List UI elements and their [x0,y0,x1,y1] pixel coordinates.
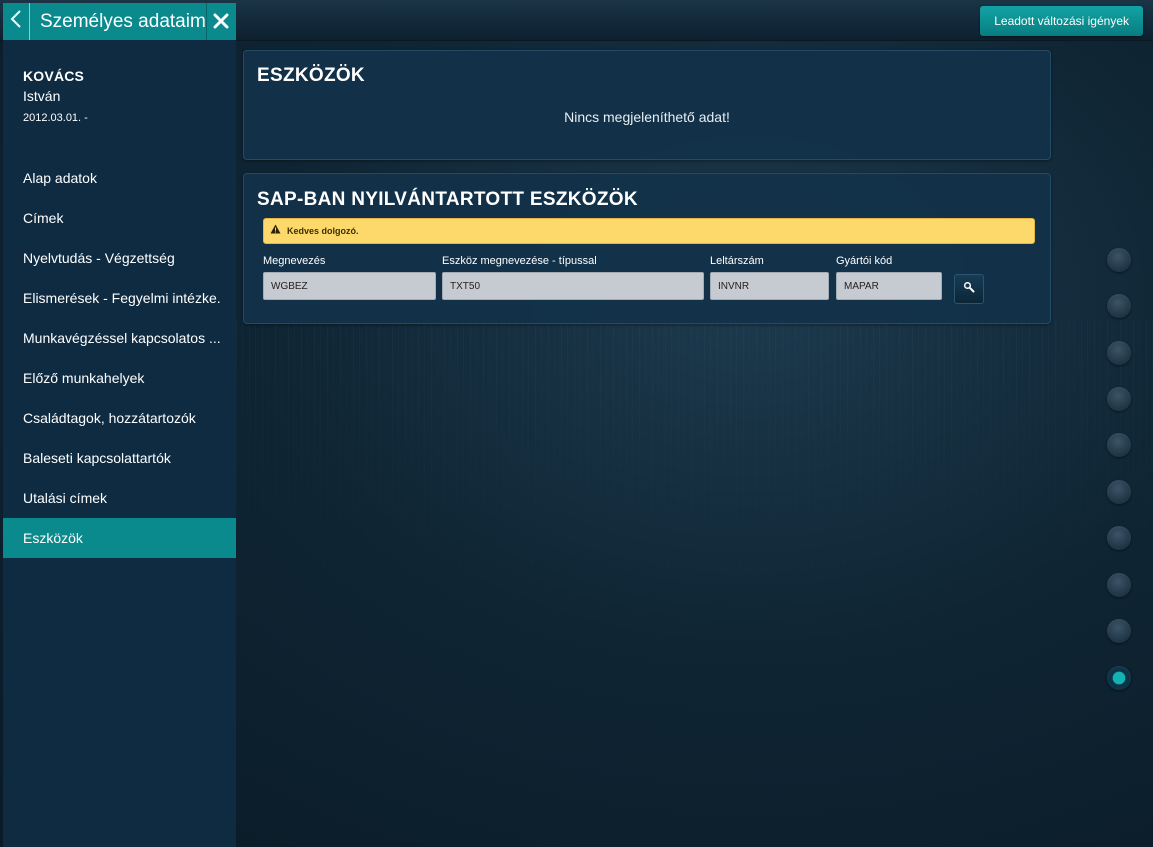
search-button[interactable] [954,274,984,304]
empty-message: Nincs megjeleníthető adat! [564,109,730,125]
sidebar-item-awards-discipline[interactable]: Elismerések - Fegyelmi intézke. [3,278,236,318]
sidebar: KOVÁCS István 2012.03.01. - Alap adatok … [3,40,236,847]
step-dot[interactable] [1107,573,1131,597]
info-alert: Kedves dolgozó. [263,218,1035,244]
manufacturer-label: Gyártói kód [836,255,893,267]
sidebar-item-work-related[interactable]: Munkavégzéssel kapcsolatos ... [3,318,236,358]
sidebar-item-family-members[interactable]: Családtagok, hozzátartozók [3,398,236,438]
warning-icon [270,218,281,244]
step-dot[interactable] [1107,480,1131,504]
step-dot[interactable] [1107,387,1131,411]
user-employment-date: 2012.03.01. - [23,112,88,124]
type-field[interactable] [442,272,704,300]
close-button[interactable] [205,3,236,40]
manufacturer-code-field[interactable] [836,272,942,300]
sap-assets-panel: SAP-BAN NYILVÁNTARTOTT ESZKÖZÖK Kedves d… [243,173,1051,324]
step-dot[interactable] [1107,433,1131,457]
name-label: Megnevezés [263,255,326,267]
step-dot[interactable] [1107,341,1131,365]
sidebar-item-addresses[interactable]: Címek [3,198,236,238]
background-texture [236,320,1153,580]
sidebar-item-emergency-contacts[interactable]: Baleseti kapcsolattartók [3,438,236,478]
sidebar-menu: Alap adatok Címek Nyelvtudás - Végzettsé… [3,158,236,558]
inventory-label: Leltárszám [710,255,764,267]
search-icon [963,280,975,298]
step-dot[interactable] [1107,248,1131,272]
close-icon [213,9,229,35]
step-dot-active[interactable] [1107,666,1131,690]
assets-panel: ESZKÖZÖK Nincs megjeleníthető adat! [243,50,1051,160]
top-bar: Személyes adataim Leadott változási igén… [0,0,1153,41]
sidebar-item-languages-education[interactable]: Nyelvtudás - Végzettség [3,238,236,278]
sidebar-item-payment-addresses[interactable]: Utalási címek [3,478,236,518]
sap-panel-title: SAP-BAN NYILVÁNTARTOTT ESZKÖZÖK [257,189,638,210]
step-dot[interactable] [1107,526,1131,550]
assets-panel-title: ESZKÖZÖK [257,65,365,86]
user-info: KOVÁCS István 2012.03.01. - [3,40,236,124]
title-block: Személyes adataim [3,3,236,40]
step-dot[interactable] [1107,619,1131,643]
step-dot[interactable] [1107,294,1131,318]
sidebar-item-assets[interactable]: Eszközök [3,518,236,558]
submitted-change-requests-button[interactable]: Leadott változási igények [980,6,1143,36]
page-title: Személyes adataim [39,10,206,32]
alert-text: Kedves dolgozó. [287,226,359,236]
sidebar-item-basic-data[interactable]: Alap adatok [3,158,236,198]
user-surname: KOVÁCS [23,68,85,84]
sidebar-item-previous-workplaces[interactable]: Előző munkahelyek [3,358,236,398]
type-label: Eszköz megnevezése - típussal [442,255,597,267]
inventory-number-field[interactable] [710,272,829,300]
chevron-left-icon [10,9,22,35]
back-button[interactable] [3,3,30,40]
user-firstname: István [23,88,61,104]
name-field[interactable] [263,272,436,300]
